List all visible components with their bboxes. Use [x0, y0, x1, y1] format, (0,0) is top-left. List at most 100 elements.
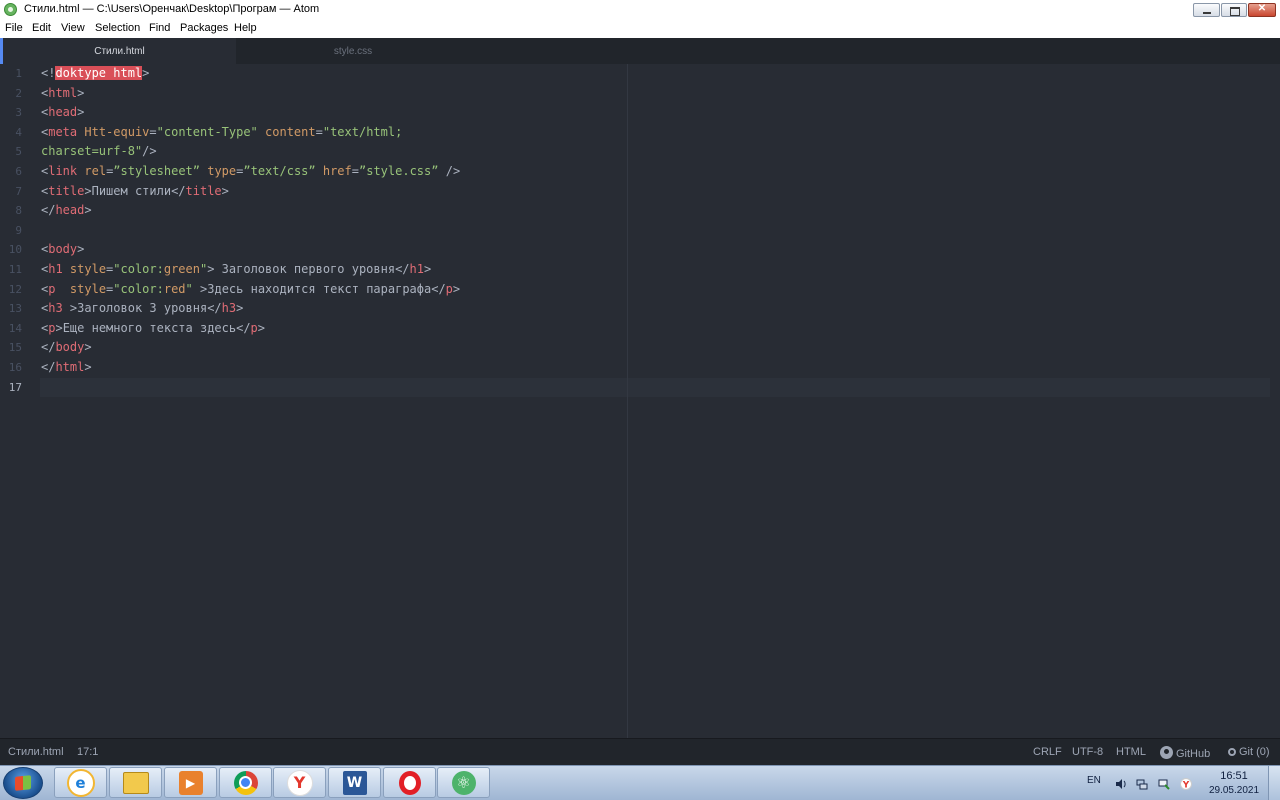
code-token: </ [395, 262, 410, 276]
windows-taskbar: e ▶ Y W ⚛ EN Y 16:51 29.05.2021 [0, 765, 1280, 800]
status-line-ending[interactable]: CRLF [1033, 746, 1062, 758]
network-icon[interactable] [1136, 777, 1148, 790]
status-github[interactable]: GitHub [1160, 746, 1210, 760]
code-line[interactable]: <!doktype html> [41, 64, 149, 84]
code-token: content [265, 124, 316, 139]
code-token: </ [41, 203, 56, 218]
internet-explorer-icon: e [66, 768, 95, 797]
code-token: meta [48, 124, 78, 139]
code-line[interactable]: </head> [41, 201, 92, 221]
code-token: > [236, 301, 244, 316]
line-number: 12 [8, 282, 22, 296]
taskbar-word[interactable]: W [328, 767, 381, 798]
menu-help[interactable]: Help [234, 22, 257, 34]
code-token: type [207, 164, 237, 178]
status-file-name[interactable]: Стили.html [8, 746, 64, 758]
code-token: Пишем стили [91, 183, 172, 198]
code-token: </ [236, 320, 251, 335]
code-token: > [142, 66, 150, 80]
taskbar-internet-explorer[interactable]: e [54, 767, 107, 798]
clock-date[interactable]: 29.05.2021 [1205, 785, 1263, 796]
line-number: 14 [8, 321, 22, 335]
code-line[interactable]: </html> [41, 358, 92, 378]
taskbar-media-player[interactable]: ▶ [164, 767, 217, 798]
maximize-button[interactable] [1221, 3, 1247, 17]
status-cursor-position[interactable]: 17:1 [77, 746, 98, 758]
taskbar-file-explorer[interactable] [109, 767, 162, 798]
status-git[interactable]: Git (0) [1228, 746, 1270, 758]
code-line[interactable]: <h1 style="color:green"> Заголовок перво… [41, 260, 431, 280]
code-token: > [452, 281, 461, 296]
close-button[interactable] [1248, 3, 1276, 17]
code-line[interactable]: charset=urf-8"/> [41, 142, 157, 162]
yandex-tray-icon[interactable]: Y [1180, 777, 1192, 791]
code-line[interactable]: <h3 >Заголовок 3 уровня</h3> [41, 299, 243, 319]
code-token: p [250, 320, 258, 335]
minimize-button[interactable] [1193, 3, 1220, 17]
taskbar-chrome[interactable] [219, 767, 272, 798]
line-number: 17 [8, 380, 22, 394]
clock-time[interactable]: 16:51 [1213, 770, 1255, 782]
menu-bar: File Edit View Selection Find Packages H… [0, 20, 1280, 38]
code-line[interactable]: <link rel=”stylesheet” type=”text/css” h… [41, 162, 460, 182]
code-token: Заголовок первого уровня [214, 262, 396, 276]
taskbar-opera[interactable] [383, 767, 436, 798]
text-editor[interactable]: 1 2 3 4 5 6 7 8 9 10 11 12 13 14 15 16 17 <!doktype html… [0, 64, 1280, 738]
show-desktop-button[interactable] [1268, 766, 1280, 800]
code-line[interactable]: <p style="color:red" >Здесь находится те… [41, 280, 460, 300]
highlighted-token: doktype html [55, 66, 143, 80]
media-player-icon: ▶ [178, 770, 203, 795]
code-token: = [149, 124, 157, 139]
code-line[interactable]: <body> [41, 240, 84, 260]
code-token: "color: [113, 281, 164, 296]
menu-view[interactable]: View [61, 22, 85, 34]
code-line[interactable]: <meta Htt-equiv="content-Type" content="… [41, 123, 402, 143]
menu-file[interactable]: File [5, 22, 23, 34]
code-token: head [48, 105, 78, 120]
code-line[interactable]: <title>Пишем стили</title> [41, 182, 229, 202]
taskbar-yandex-browser[interactable]: Y [273, 767, 326, 798]
code-token: " [185, 281, 193, 296]
code-token: charset=urf-8" [41, 144, 143, 159]
code-token: > [77, 85, 85, 100]
language-indicator[interactable]: EN [1087, 775, 1101, 786]
code-token: title [185, 183, 222, 198]
code-line[interactable]: </body> [41, 338, 92, 358]
window-title: Стили.html — C:\Users\Оренчак\Desktop\Пр… [24, 3, 320, 15]
line-number: 11 [8, 263, 22, 276]
start-button[interactable] [3, 767, 43, 799]
code-token: "text/html; [322, 124, 403, 139]
line-number: 5 [15, 145, 22, 159]
speaker-icon[interactable] [1115, 777, 1127, 789]
code-line[interactable]: <head> [41, 103, 84, 123]
git-commit-icon [1228, 748, 1236, 756]
code-line[interactable]: <p>Еще немного текста здесь</p> [41, 319, 265, 339]
line-number: 6 [15, 165, 22, 178]
action-center-icon[interactable] [1158, 777, 1170, 790]
yandex-browser-icon: Y [286, 769, 313, 796]
taskbar-atom[interactable]: ⚛ [437, 767, 490, 798]
code-token: > [423, 262, 432, 276]
atom-icon: ⚛ [451, 770, 476, 795]
tab-style-css[interactable]: style.css [236, 38, 470, 64]
code-token: h1 [409, 262, 424, 276]
line-number: 7 [15, 184, 22, 198]
menu-edit[interactable]: Edit [32, 22, 51, 34]
menu-selection[interactable]: Selection [95, 22, 140, 34]
code-token: h3 [221, 301, 237, 316]
menu-packages[interactable]: Packages [180, 22, 228, 34]
status-grammar[interactable]: HTML [1116, 746, 1146, 758]
atom-app-icon[interactable] [4, 3, 17, 16]
menu-find[interactable]: Find [149, 22, 170, 34]
code-line[interactable]: <html> [41, 84, 84, 104]
code-token: link [48, 164, 78, 178]
code-token: href [322, 164, 352, 178]
line-number: 9 [15, 223, 22, 237]
code-token: </ [41, 360, 56, 374]
tab-stili-html[interactable]: Стили.html [0, 38, 236, 64]
status-encoding[interactable]: UTF-8 [1072, 746, 1103, 758]
code-token: h3 [48, 301, 63, 316]
